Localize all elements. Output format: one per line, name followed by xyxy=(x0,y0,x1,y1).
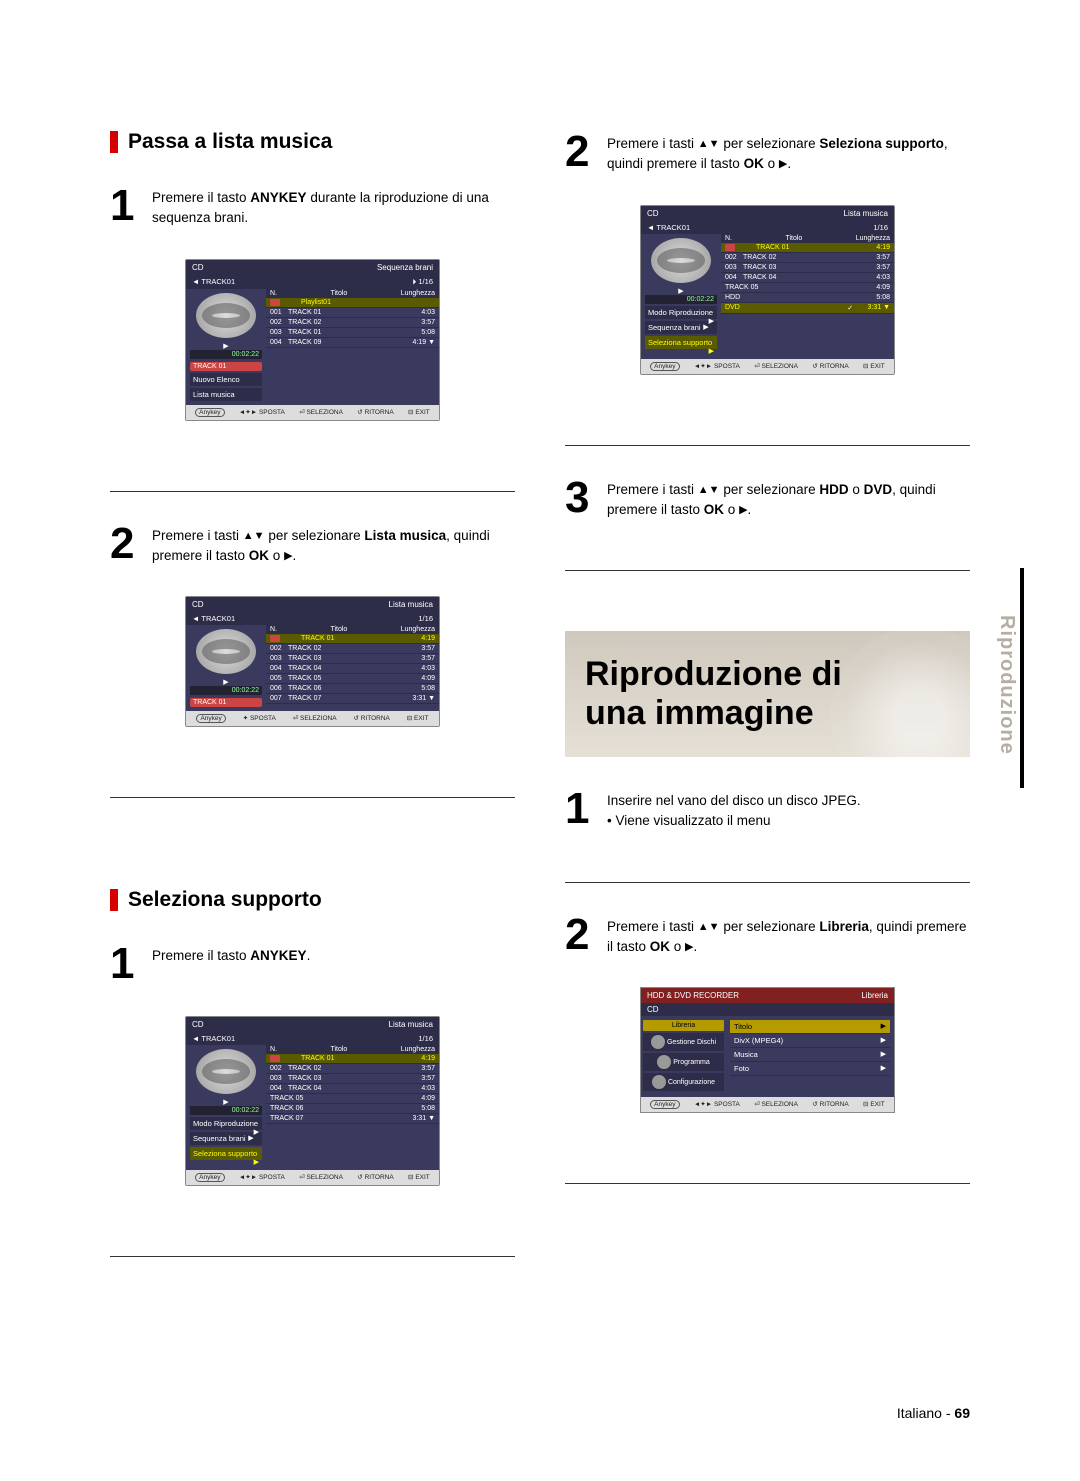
screenshot-libreria: HDD & DVD RECORDERLibreria CD Libreria G… xyxy=(640,987,895,1113)
section-title: Seleziona supporto xyxy=(128,888,322,912)
step-number: 2 xyxy=(110,522,140,566)
step-text: Inserire nel vano del disco un disco JPE… xyxy=(607,787,861,832)
step-number: 1 xyxy=(110,184,140,228)
step-number: 1 xyxy=(565,787,595,831)
step-number: 2 xyxy=(565,913,595,957)
hero-title: Riproduzione di una immagine xyxy=(585,655,950,733)
step-1b: 1 Premere il tasto ANYKEY. xyxy=(110,942,515,986)
screenshot-footer: Anykey ◄✦► SPOSTA ⏎ SELEZIONA ↺ RITORNA … xyxy=(641,359,894,374)
step-number: 3 xyxy=(565,476,595,520)
disc-thumb-icon xyxy=(196,629,256,674)
section-title: Passa a lista musica xyxy=(128,130,332,154)
img-step-1: 1 Inserire nel vano del disco un disco J… xyxy=(565,787,970,832)
step-1: 1 Premere il tasto ANYKEY durante la rip… xyxy=(110,184,515,229)
step-text: Premere i tasti ▲▼ per selezionare Lista… xyxy=(152,522,515,567)
step-text: Premere i tasti ▲▼ per selezionare Selez… xyxy=(607,130,970,175)
screenshot-seleziona-supporto: CDLista musica ◄ TRACK011/16 ▶ 00:02:22 … xyxy=(185,1016,440,1186)
screenshot-hdd-dvd: CDLista musica ◄ TRACK011/16 ▶ 00:02:22 … xyxy=(640,205,895,375)
gear-icon xyxy=(652,1075,666,1089)
disc-thumb-icon xyxy=(196,1049,256,1094)
step-text: Premere il tasto ANYKEY. xyxy=(152,942,310,966)
step-number: 1 xyxy=(110,942,140,986)
screenshot-footer: Anykey ◄✦► SPOSTA ⏎ SELEZIONA ↺ RITORNA … xyxy=(186,405,439,420)
hero-riproduzione-immagine: Riproduzione di una immagine xyxy=(565,631,970,757)
screenshot-footer: Anykey ✦ SPOSTA ⏎ SELEZIONA ↺ RITORNA ⊟ … xyxy=(186,711,439,726)
side-tab-riproduzione: Riproduzione xyxy=(995,585,1018,785)
right-column: 2 Premere i tasti ▲▼ per selezionare Sel… xyxy=(565,130,970,1287)
section-passa-a-lista-musica: Passa a lista musica xyxy=(110,130,515,154)
screenshot-lista-musica: CDLista musica ◄ TRACK011/16 ▶ 00:02:22 … xyxy=(185,596,440,727)
step-text: Premere i tasti ▲▼ per selezionare HDD o… xyxy=(607,476,970,521)
step-text: Premere i tasti ▲▼ per selezionare Libre… xyxy=(607,913,970,958)
step-3-right: 3 Premere i tasti ▲▼ per selezionare HDD… xyxy=(565,476,970,521)
screenshot-footer: Anykey ◄✦► SPOSTA ⏎ SELEZIONA ↺ RITORNA … xyxy=(186,1170,439,1185)
img-step-2: 2 Premere i tasti ▲▼ per selezionare Lib… xyxy=(565,913,970,958)
disc-thumb-icon xyxy=(196,293,256,338)
step-number: 2 xyxy=(565,130,595,174)
red-bar-icon xyxy=(110,889,118,911)
section-seleziona-supporto: Seleziona supporto xyxy=(110,888,515,912)
page-footer: Italiano - 69 xyxy=(897,1405,970,1421)
folder-icon xyxy=(651,1035,665,1049)
left-column: Passa a lista musica 1 Premere il tasto … xyxy=(110,130,515,1287)
list-icon xyxy=(657,1055,671,1069)
disc-thumb-icon xyxy=(651,238,711,283)
step-text: Premere il tasto ANYKEY durante la ripro… xyxy=(152,184,515,229)
step-2: 2 Premere i tasti ▲▼ per selezionare Lis… xyxy=(110,522,515,567)
screenshot-sequenza-brani: CDSequenza brani ◄ TRACK01⏵ 1/16 ▶ 00:02… xyxy=(185,259,440,421)
side-stripe xyxy=(1020,568,1024,788)
red-bar-icon xyxy=(110,131,118,153)
screenshot-footer: Anykey ◄✦► SPOSTA ⏎ SELEZIONA ↺ RITORNA … xyxy=(641,1097,894,1112)
step-2-right: 2 Premere i tasti ▲▼ per selezionare Sel… xyxy=(565,130,970,175)
